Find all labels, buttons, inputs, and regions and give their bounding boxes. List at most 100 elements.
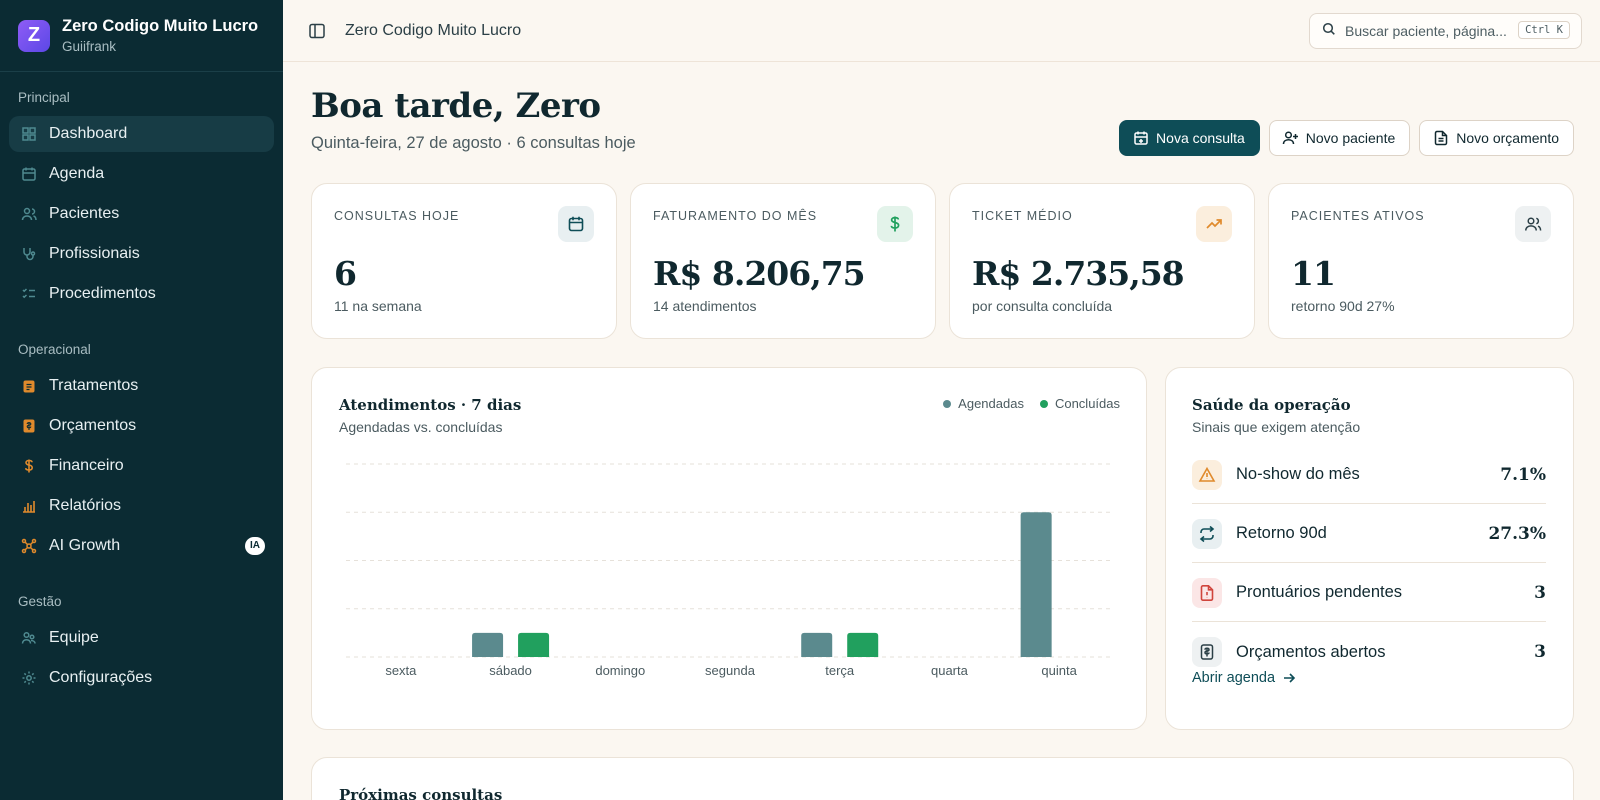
clipboard-icon — [20, 377, 38, 395]
kpi-label: PACIENTES ATIVOS — [1291, 209, 1425, 223]
sidebar-item-label: Tratamentos — [49, 377, 139, 394]
calendar-icon — [20, 165, 38, 183]
sidebar-item-label: Relatórios — [49, 497, 122, 514]
kpi-sub: 14 atendimentos — [653, 298, 757, 314]
sidebar: Z Zero Codigo Muito Lucro Guiifrank Prin… — [0, 0, 283, 800]
health-row-retorno[interactable]: Retorno 90d 27.3% — [1192, 505, 1546, 563]
calendar-icon — [558, 206, 594, 242]
sidebar-item-procedimentos[interactable]: Procedimentos — [9, 276, 274, 312]
page-title: Boa tarde, Zero — [311, 86, 601, 126]
kpi-value: R$ 8.206,75 — [653, 254, 866, 293]
chart-bar-agendadas-terça[interactable] — [801, 632, 833, 657]
chart-x-tick-label: domingo — [595, 663, 645, 678]
chart-subtitle: Agendadas vs. concluídas — [339, 419, 503, 435]
file-text-icon — [1432, 129, 1450, 147]
sidebar-item-label: Financeiro — [49, 457, 124, 474]
nav-section-gestao: Gestão Equipe Configurações — [0, 592, 283, 696]
sidebar-item-profissionais[interactable]: Profissionais — [9, 236, 274, 272]
chart-legend: Agendadas Concluídas — [943, 396, 1120, 411]
chart-bar-agendadas-quinta[interactable] — [1020, 512, 1052, 657]
health-value: 3 — [1534, 642, 1546, 662]
sidebar-item-pacientes[interactable]: Pacientes — [9, 196, 274, 232]
kpi-label: CONSULTAS HOJE — [334, 209, 460, 223]
sidebar-item-label: Configurações — [49, 669, 153, 686]
sidebar-toggle-icon[interactable] — [308, 22, 326, 40]
kpi-value: R$ 2.735,58 — [972, 254, 1185, 293]
sidebar-item-tratamentos[interactable]: Tratamentos — [9, 368, 274, 404]
sidebar-item-agenda[interactable]: Agenda — [9, 156, 274, 192]
health-value: 27.3% — [1488, 523, 1546, 544]
search-shortcut: Ctrl K — [1518, 21, 1570, 39]
file-alert-icon — [1192, 577, 1222, 608]
section-title: Operacional — [18, 342, 91, 357]
health-row-prontuarios[interactable]: Prontuários pendentes 3 — [1192, 564, 1546, 622]
search-input[interactable]: Buscar paciente, página... Ctrl K — [1309, 13, 1582, 49]
open-agenda-link[interactable]: Abrir agenda — [1192, 670, 1296, 686]
top-bar: Zero Codigo Muito Lucro Buscar paciente,… — [283, 0, 1600, 62]
chart-card: sexta sábado domingo segunda terça quarta quin… — [311, 367, 1147, 730]
next-appointments-card: Próximas consultas — [311, 757, 1574, 800]
chart-x-tick-label: sábado — [489, 663, 532, 678]
new-budget-button[interactable]: Novo orçamento — [1419, 120, 1574, 156]
sidebar-item-label: Dashboard — [49, 125, 128, 142]
nav-section-principal: Principal Dashboard Agenda Pacientes Pro… — [0, 88, 283, 312]
brand-header[interactable]: Z Zero Codigo Muito Lucro Guiifrank — [0, 0, 283, 72]
health-subtitle: Sinais que exigem atenção — [1192, 419, 1361, 435]
settings-icon — [20, 669, 38, 687]
kpi-sub: retorno 90d 27% — [1291, 298, 1395, 314]
quick-actions: Nova consulta Novo paciente Novo orçamen… — [1119, 120, 1574, 156]
user-plus-icon — [1282, 129, 1300, 147]
chart-bar-agendadas-sábado[interactable] — [472, 632, 504, 657]
sidebar-item-configuracoes[interactable]: Configurações — [9, 660, 274, 696]
receipt-icon — [1192, 637, 1222, 667]
new-appointment-button[interactable]: Nova consulta — [1119, 120, 1260, 156]
arrow-right-icon — [1282, 671, 1296, 685]
nav-section-operacional: Operacional Tratamentos Orçamentos Finan… — [0, 340, 283, 564]
chart-x-tick-label: quarta — [931, 663, 969, 678]
kpi-card-consultas-hoje: CONSULTAS HOJE 6 11 na semana — [311, 183, 617, 339]
header-title: Zero Codigo Muito Lucro — [345, 21, 522, 39]
new-patient-button[interactable]: Novo paciente — [1268, 120, 1411, 156]
sidebar-item-label: Profissionais — [49, 245, 140, 262]
section-title: Principal — [18, 90, 70, 105]
dollar-icon — [877, 206, 913, 242]
kpi-card-faturamento: FATURAMENTO DO MÊS R$ 8.206,75 14 atendi… — [630, 183, 936, 339]
users-icon — [1515, 206, 1551, 242]
kpi-value: 6 — [334, 254, 357, 293]
alert-triangle-icon — [1192, 459, 1222, 490]
health-value: 3 — [1534, 582, 1546, 603]
sidebar-item-dashboard[interactable]: Dashboard — [9, 116, 274, 152]
health-label: Orçamentos abertos — [1236, 642, 1386, 661]
search-placeholder: Buscar paciente, página... — [1345, 23, 1507, 39]
brand-name: Zero Codigo Muito Lucro — [62, 17, 259, 35]
health-title: Saúde da operação — [1192, 396, 1351, 414]
list-icon — [20, 285, 38, 303]
sidebar-item-orcamentos[interactable]: Orçamentos — [9, 408, 274, 444]
chart-bar-concluídas-sábado[interactable] — [518, 632, 550, 657]
repeat-icon — [1192, 518, 1222, 549]
kpi-sub: 11 na semana — [334, 298, 422, 314]
sidebar-item-equipe[interactable]: Equipe — [9, 620, 274, 656]
new-patient-label: Novo paciente — [1305, 130, 1396, 146]
health-label: Prontuários pendentes — [1236, 583, 1403, 601]
users-icon — [20, 205, 38, 223]
ia-badge: IA — [245, 537, 265, 555]
sidebar-item-label: AI Growth — [49, 537, 121, 554]
chart-bar-concluídas-terça[interactable] — [847, 632, 879, 657]
sidebar-item-financeiro[interactable]: Financeiro — [9, 448, 274, 484]
chart-title: Atendimentos · 7 dias — [339, 396, 522, 414]
open-agenda-label: Abrir agenda — [1192, 670, 1276, 686]
stethoscope-icon — [20, 245, 38, 263]
health-card: Saúde da operação Sinais que exigem aten… — [1165, 367, 1574, 730]
sidebar-item-ai-growth[interactable]: AI Growth IA — [9, 528, 274, 564]
sidebar-item-label: Agenda — [49, 165, 105, 182]
sidebar-item-relatorios[interactable]: Relatórios — [9, 488, 274, 524]
team-icon — [20, 629, 38, 647]
sidebar-item-label: Orçamentos — [49, 417, 137, 434]
sidebar-item-label: Equipe — [49, 629, 99, 646]
legend-label: Concluídas — [1054, 396, 1120, 411]
health-row-no-show[interactable]: No-show do mês 7.1% — [1192, 446, 1546, 504]
kpi-card-ticket-medio: TICKET MÉDIO R$ 2.735,58 por consulta co… — [949, 183, 1255, 339]
health-label: Retorno 90d — [1236, 524, 1327, 542]
chart-x-tick-label: quinta — [1041, 663, 1077, 678]
